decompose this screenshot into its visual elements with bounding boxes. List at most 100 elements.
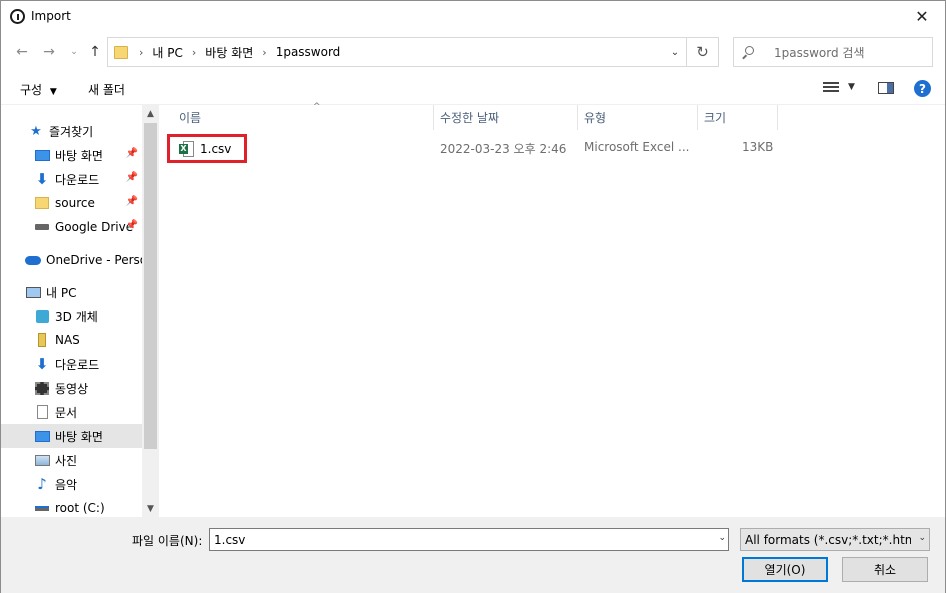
file-modified-cell: 2022-03-23 오후 2:46: [440, 142, 567, 156]
file-type-select[interactable]: All formats (*.csv;*.txt;*.htm;*.h ⌄: [740, 528, 930, 551]
view-dropdown-icon[interactable]: ▼: [848, 82, 855, 92]
music-icon: ♪: [37, 475, 47, 493]
column-header-size[interactable]: 크기: [698, 105, 778, 130]
arrow-left-icon: ←: [16, 44, 28, 60]
chevron-right-icon: ›: [191, 45, 197, 59]
back-button[interactable]: ←: [12, 42, 32, 62]
pin-icon: 📌: [125, 196, 138, 207]
organize-label: 구성: [20, 83, 43, 97]
open-button[interactable]: 열기(O): [742, 557, 828, 582]
search-box[interactable]: 1password 검색: [733, 37, 933, 67]
sidebar-item-source[interactable]: source 📌: [1, 191, 142, 215]
chevron-right-icon: ›: [139, 45, 144, 59]
table-row[interactable]: X 1.csv 2022-03-23 오후 2:46 Microsoft Exc…: [167, 134, 787, 163]
sidebar-item-root-c[interactable]: root (C:): [1, 496, 142, 517]
sidebar-item-music[interactable]: ♪ 음악: [1, 472, 142, 496]
file-size-cell: 13KB: [742, 140, 774, 154]
sidebar-item-desktop-pinned[interactable]: 바탕 화면 📌: [1, 143, 142, 167]
sidebar-item-my-pc[interactable]: 내 PC: [1, 280, 142, 304]
drive-c-icon: [35, 505, 49, 511]
file-name-cell[interactable]: X 1.csv: [167, 134, 247, 163]
forward-button[interactable]: →: [39, 42, 59, 62]
address-dropdown-button[interactable]: ⌄: [664, 38, 686, 66]
breadcrumb-desktop[interactable]: 바탕 화면: [205, 44, 253, 61]
navigation-bar: ← → ⌄ ↑ › 내 PC › 바탕 화면 › 1password ⌄ ↻ 1…: [1, 32, 945, 72]
scroll-thumb[interactable]: [144, 123, 157, 449]
sidebar-item-videos[interactable]: 동영상: [1, 376, 142, 400]
file-list: 이름 ^ 수정한 날짜 유형 크기 X 1.csv 2022-03-23 오후 …: [159, 102, 945, 517]
refresh-button[interactable]: ↻: [687, 37, 719, 67]
nas-icon: [38, 333, 46, 347]
command-toolbar: 구성 ▼ 새 폴더 ▼ ?: [1, 72, 945, 105]
import-dialog: Import ✕ ← → ⌄ ↑ › 내 PC › 바탕 화면 › 1passw…: [0, 0, 946, 593]
sidebar-item-quick-access[interactable]: ★ 즐겨찾기: [1, 119, 142, 143]
sidebar-item-pictures[interactable]: 사진: [1, 448, 142, 472]
search-placeholder: 1password 검색: [774, 45, 865, 60]
organize-button[interactable]: 구성 ▼: [20, 81, 57, 98]
bottom-panel: 파일 이름(N): 1.csv ⌄ All formats (*.csv;*.t…: [1, 517, 945, 593]
file-type-cell: Microsoft Excel ...: [584, 140, 690, 154]
preview-pane-icon[interactable]: [878, 82, 894, 94]
pin-icon: 📌: [125, 220, 138, 231]
sidebar-item-onedrive[interactable]: OneDrive - Personal: [1, 248, 142, 272]
search-icon: [742, 46, 754, 59]
filename-input[interactable]: 1.csv ⌄: [209, 528, 729, 551]
app-icon: [10, 9, 25, 24]
column-header-name[interactable]: 이름 ^: [173, 102, 434, 130]
column-header-modified[interactable]: 수정한 날짜: [434, 105, 578, 130]
chevron-down-icon[interactable]: ⌄: [718, 533, 726, 543]
desktop-icon: [34, 430, 50, 442]
sidebar-item-documents[interactable]: 문서: [1, 400, 142, 424]
scroll-down-button[interactable]: ▼: [142, 500, 159, 517]
column-header-type[interactable]: 유형: [578, 105, 698, 130]
chevron-down-icon: ⌄: [918, 533, 926, 543]
scroll-up-button[interactable]: ▲: [142, 105, 159, 122]
download-icon: ⬇: [35, 170, 49, 188]
sidebar-item-nas[interactable]: NAS: [1, 328, 142, 352]
address-bar[interactable]: › 내 PC › 바탕 화면 › 1password ⌄: [107, 37, 687, 67]
caret-down-icon: ▼: [147, 503, 154, 514]
star-icon: ★: [30, 123, 42, 139]
chevron-down-icon: ⌄: [70, 47, 78, 57]
3d-objects-icon: [35, 309, 49, 323]
breadcrumb-my-pc[interactable]: 내 PC: [152, 44, 182, 61]
arrow-up-icon: ↑: [89, 44, 101, 60]
chevron-down-icon: ⌄: [670, 46, 680, 58]
window-title: Import: [31, 9, 71, 23]
sort-ascending-icon: ^: [313, 102, 321, 112]
sidebar-item-downloads-pinned[interactable]: ⬇ 다운로드 📌: [1, 167, 142, 191]
cloud-icon: [25, 255, 41, 265]
sidebar-scrollbar[interactable]: ▲ ▼: [142, 105, 159, 517]
picture-icon: [34, 454, 50, 466]
view-options-icon[interactable]: [823, 82, 839, 94]
filename-label: 파일 이름(N):: [132, 534, 203, 548]
folder-icon: [35, 197, 49, 209]
close-button[interactable]: ✕: [899, 1, 945, 32]
folder-icon: [114, 45, 128, 59]
pin-icon: 📌: [125, 148, 138, 159]
download-icon: ⬇: [35, 355, 49, 373]
sidebar-item-downloads[interactable]: ⬇ 다운로드: [1, 352, 142, 376]
pc-icon: [25, 286, 41, 298]
help-icon[interactable]: ?: [914, 80, 931, 97]
cancel-button[interactable]: 취소: [842, 557, 928, 582]
breadcrumb-1password[interactable]: 1password: [276, 45, 341, 59]
caret-down-icon: ▼: [49, 87, 57, 97]
refresh-icon: ↻: [696, 43, 709, 61]
title-bar: Import ✕: [1, 1, 945, 32]
sidebar-item-3d-objects[interactable]: 3D 개체: [1, 304, 142, 328]
recent-locations-button[interactable]: ⌄: [64, 42, 84, 62]
drive-icon: [35, 224, 49, 230]
chevron-right-icon: ›: [262, 45, 267, 59]
up-button[interactable]: ↑: [85, 42, 105, 62]
excel-file-icon: X: [179, 140, 194, 157]
new-folder-button[interactable]: 새 폴더: [88, 81, 125, 98]
close-icon: ✕: [915, 7, 929, 26]
video-icon: [35, 381, 49, 395]
pin-icon: 📌: [125, 172, 138, 183]
caret-up-icon: ▲: [147, 108, 154, 119]
sidebar-item-google-drive[interactable]: Google Drive 📌: [1, 215, 142, 239]
navigation-pane: ★ 즐겨찾기 바탕 화면 📌 ⬇ 다운로드 📌 source 📌 Google …: [1, 105, 159, 517]
sidebar-item-desktop[interactable]: 바탕 화면: [1, 424, 142, 448]
document-icon: [36, 405, 48, 419]
